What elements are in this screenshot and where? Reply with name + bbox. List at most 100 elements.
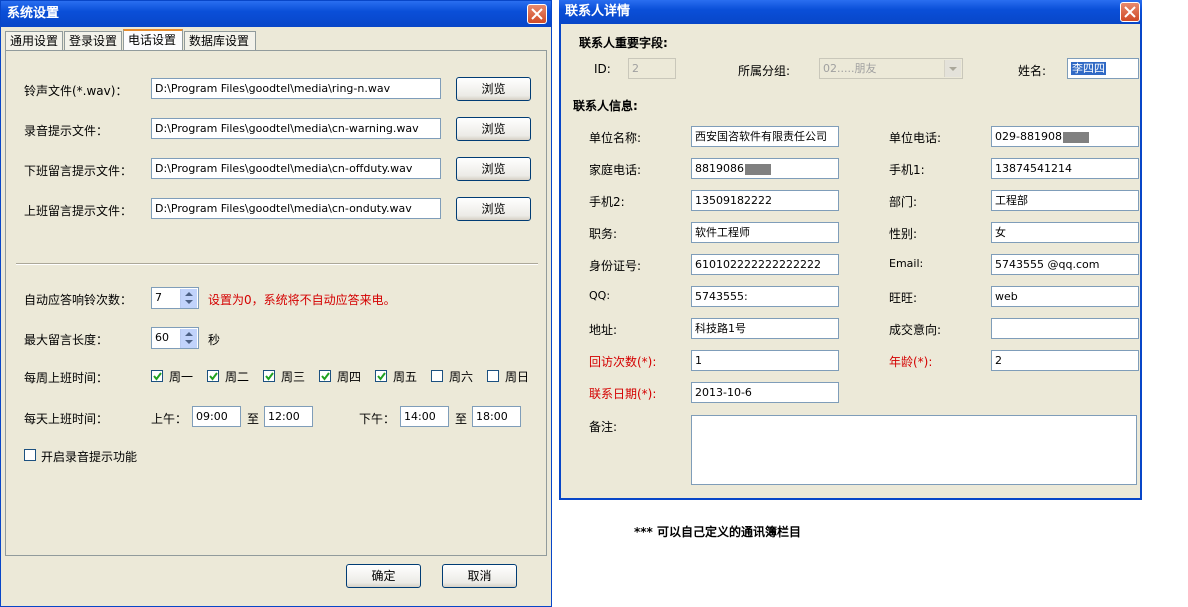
weekday-checkbox[interactable] [263, 370, 275, 382]
record-prompt-file-input[interactable]: D:\Program Files\goodtel\media\cn-warnin… [151, 118, 441, 139]
field-input-value: 5743555 @qq.com [995, 258, 1100, 271]
field-input[interactable] [991, 318, 1139, 339]
field-input[interactable]: 8819086 [691, 158, 839, 179]
settings-titlebar[interactable]: 系统设置 [1, 1, 551, 27]
field-input[interactable]: 13874541214 [991, 158, 1139, 179]
weekday-checkbox[interactable] [207, 370, 219, 382]
tab-login[interactable]: 登录设置 [64, 31, 122, 51]
field-input-value: 5743555: [695, 290, 748, 303]
weekday-label: 周一 [169, 370, 194, 384]
field-input[interactable]: 科技路1号 [691, 318, 839, 339]
remark-textarea[interactable] [691, 415, 1137, 485]
auto-answer-label: 自动应答响铃次数： [24, 293, 133, 307]
name-input-value: 李四四 [1071, 62, 1106, 75]
field-input[interactable]: 029-881908 [991, 126, 1139, 147]
tab-phone[interactable]: 电话设置 [123, 29, 183, 51]
tab-general[interactable]: 通用设置 [5, 31, 63, 51]
settings-close-button[interactable] [527, 4, 547, 24]
browse-offduty-button[interactable]: 浏览 [456, 157, 531, 181]
field-input[interactable]: 工程部 [991, 190, 1139, 211]
field-label: 单位电话: [889, 131, 942, 145]
checkmark-icon [377, 372, 386, 381]
group-label: 所属分组: [738, 64, 791, 78]
field-input[interactable]: 软件工程师 [691, 222, 839, 243]
onduty-file-label: 上班留言提示文件： [24, 204, 133, 218]
redaction-mask [1062, 131, 1089, 143]
cancel-button[interactable]: 取消 [442, 564, 517, 588]
offduty-file-input[interactable]: D:\Program Files\goodtel\media\cn-offdut… [151, 158, 441, 179]
group-select[interactable]: 02.....朋友 [819, 58, 963, 79]
weekday-label: 周二 [225, 370, 250, 384]
daily-label: 每天上班时间： [24, 412, 109, 426]
name-input[interactable]: 李四四 [1067, 58, 1139, 79]
field-input-value: web [995, 290, 1018, 303]
weekday-label: 周五 [393, 370, 418, 384]
pm-start-input[interactable]: 14:00 [400, 406, 449, 427]
auto-answer-hint: 设置为0，系统将不自动应答来电。 [208, 293, 396, 307]
field-input-value: 西安国咨软件有限责任公司 [695, 130, 827, 143]
field-input[interactable]: 女 [991, 222, 1139, 243]
checkmark-icon [265, 372, 274, 381]
field-input-value: 软件工程师 [695, 226, 750, 239]
field-input[interactable]: 5743555: [691, 286, 839, 307]
am-start-input[interactable]: 09:00 [192, 406, 241, 427]
weekday-label: 周六 [449, 370, 474, 384]
field-label: 回访次数(*): [589, 355, 657, 369]
max-msg-unit: 秒 [208, 333, 221, 347]
field-input[interactable]: 1 [691, 350, 839, 371]
field-label: 地址: [589, 323, 618, 337]
field-input[interactable]: web [991, 286, 1139, 307]
max-msg-spinner[interactable]: 60 [151, 327, 199, 349]
field-input[interactable]: 2 [991, 350, 1139, 371]
checkmark-icon [153, 372, 162, 381]
browse-ring-button[interactable]: 浏览 [456, 77, 531, 101]
browse-onduty-button[interactable]: 浏览 [456, 197, 531, 221]
weekday-checkbox[interactable] [319, 370, 331, 382]
ok-button[interactable]: 确定 [346, 564, 421, 588]
pm-label: 下午： [359, 412, 396, 426]
chevron-down-icon[interactable] [944, 60, 961, 77]
contact-titlebar[interactable]: 联系人详情 [559, 0, 1142, 24]
contact-window: 联系人详情 联系人重要字段: ID: 2 所属分组: 02.....朋友 姓名:… [559, 0, 1142, 500]
checkmark-icon [321, 372, 330, 381]
field-input-value: 女 [995, 226, 1006, 239]
field-input-value: 8819086 [695, 162, 744, 175]
browse-record-button[interactable]: 浏览 [456, 117, 531, 141]
field-label: 旺旺: [889, 291, 918, 305]
field-label: 成交意向: [889, 323, 942, 337]
weekday-checkbox[interactable] [487, 370, 499, 382]
field-input-value: 029-881908 [995, 130, 1062, 143]
remark-label: 备注: [589, 420, 618, 434]
field-input-value: 工程部 [995, 194, 1028, 207]
contact-close-button[interactable] [1120, 2, 1140, 22]
auto-answer-spinner[interactable]: 7 [151, 287, 199, 309]
name-label: 姓名: [1018, 64, 1047, 78]
checkmark-icon [209, 372, 218, 381]
max-msg-label: 最大留言长度： [24, 333, 109, 347]
record-prompt-label: 开启录音提示功能 [41, 450, 138, 464]
ring-file-input[interactable]: D:\Program Files\goodtel\media\ring-n.wa… [151, 78, 441, 99]
tab-database[interactable]: 数据库设置 [184, 31, 256, 51]
weekday-checkbox[interactable] [375, 370, 387, 382]
field-input[interactable]: 5743555 @qq.com [991, 254, 1139, 275]
caption-text: *** 可以自己定义的通讯簿栏目 [634, 525, 802, 539]
weekday-checkbox[interactable] [151, 370, 163, 382]
onduty-file-input[interactable]: D:\Program Files\goodtel\media\cn-onduty… [151, 198, 441, 219]
field-input[interactable]: 610102222222222222 [691, 254, 839, 275]
field-input[interactable]: 西安国咨软件有限责任公司 [691, 126, 839, 147]
field-input-value: 2 [995, 354, 1002, 367]
field-input[interactable]: 13509182222 [691, 190, 839, 211]
spin-buttons[interactable] [180, 329, 197, 348]
field-input-value: 科技路1号 [695, 322, 746, 335]
record-prompt-checkbox[interactable] [24, 449, 36, 461]
spin-buttons[interactable] [180, 289, 197, 308]
field-input-value: 610102222222222222 [695, 258, 821, 271]
am-end-input[interactable]: 12:00 [264, 406, 313, 427]
record-prompt-file-label: 录音提示文件： [24, 124, 109, 138]
weekday-checkbox[interactable] [431, 370, 443, 382]
field-label: Email: [889, 257, 924, 270]
redaction-mask [745, 163, 771, 175]
pm-end-input[interactable]: 18:00 [472, 406, 521, 427]
field-input[interactable]: 2013-10-6 [691, 382, 839, 403]
weekday-label: 周三 [281, 370, 306, 384]
